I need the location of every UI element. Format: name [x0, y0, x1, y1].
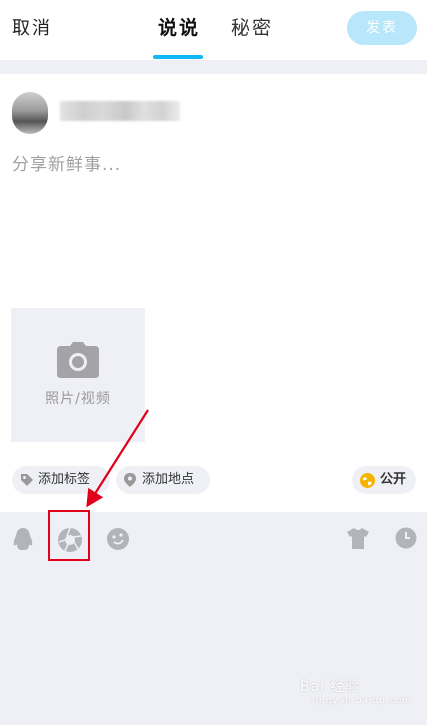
annotation-highlight-box — [48, 510, 90, 561]
watermark: Bai 经验 jingyan.baidu.com — [300, 676, 411, 706]
tshirt-icon[interactable] — [346, 527, 370, 549]
emoji-icon[interactable] — [106, 527, 130, 551]
visibility-label: 公开 — [380, 472, 407, 487]
watermark-sub: jingyan.baidu.com — [312, 696, 413, 706]
photo-video-label: 照片/视频 — [45, 391, 111, 407]
add-location-label: 添加地点 — [142, 472, 195, 487]
camera-icon — [57, 342, 99, 378]
add-tag-label: 添加标签 — [38, 472, 91, 487]
tag-icon — [21, 474, 33, 486]
tab-shuoshuo[interactable]: 说说 — [158, 13, 200, 40]
cancel-button[interactable]: 取消 — [12, 14, 52, 40]
post-text-input[interactable]: 分享新鲜事... — [12, 150, 412, 176]
publish-button[interactable]: 发表 — [347, 11, 417, 45]
divider — [0, 60, 427, 74]
avatar — [12, 92, 48, 134]
tab-secret[interactable]: 秘密 — [231, 13, 273, 40]
watermark-text: Bai 经验 — [300, 679, 361, 695]
top-bar: 取消 说说 秘密 发表 — [0, 0, 427, 60]
globe-icon — [360, 473, 375, 488]
composer-panel: 分享新鲜事... 照片/视频 添加标签 添加地点 公开 — [0, 74, 427, 512]
location-pin-icon — [124, 473, 136, 487]
add-photo-video-button[interactable]: 照片/视频 — [11, 308, 145, 442]
username-blurred — [60, 101, 180, 121]
clock-icon[interactable] — [395, 527, 417, 549]
qq-penguin-icon[interactable] — [12, 527, 34, 553]
visibility-selector[interactable]: 公开 — [352, 466, 416, 494]
active-tab-indicator — [153, 55, 203, 59]
add-location-button[interactable]: 添加地点 — [116, 466, 210, 494]
add-tag-button[interactable]: 添加标签 — [12, 466, 110, 494]
